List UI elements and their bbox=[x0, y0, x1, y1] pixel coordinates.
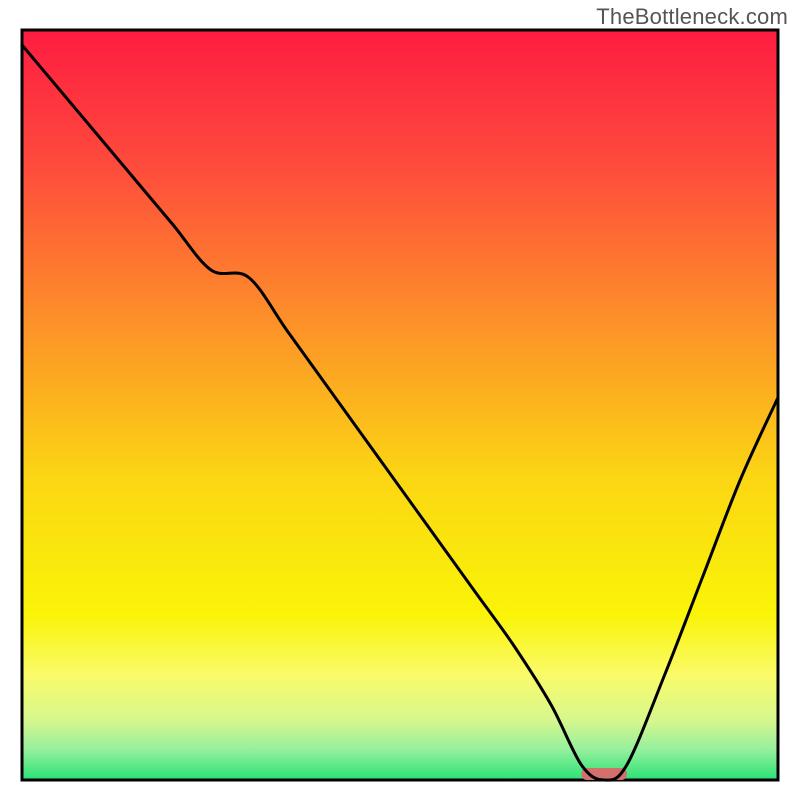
chart-stage: TheBottleneck.com bbox=[0, 0, 800, 800]
watermark-text: TheBottleneck.com bbox=[596, 4, 788, 30]
plot-background bbox=[22, 30, 778, 780]
bottleneck-chart bbox=[0, 0, 800, 800]
